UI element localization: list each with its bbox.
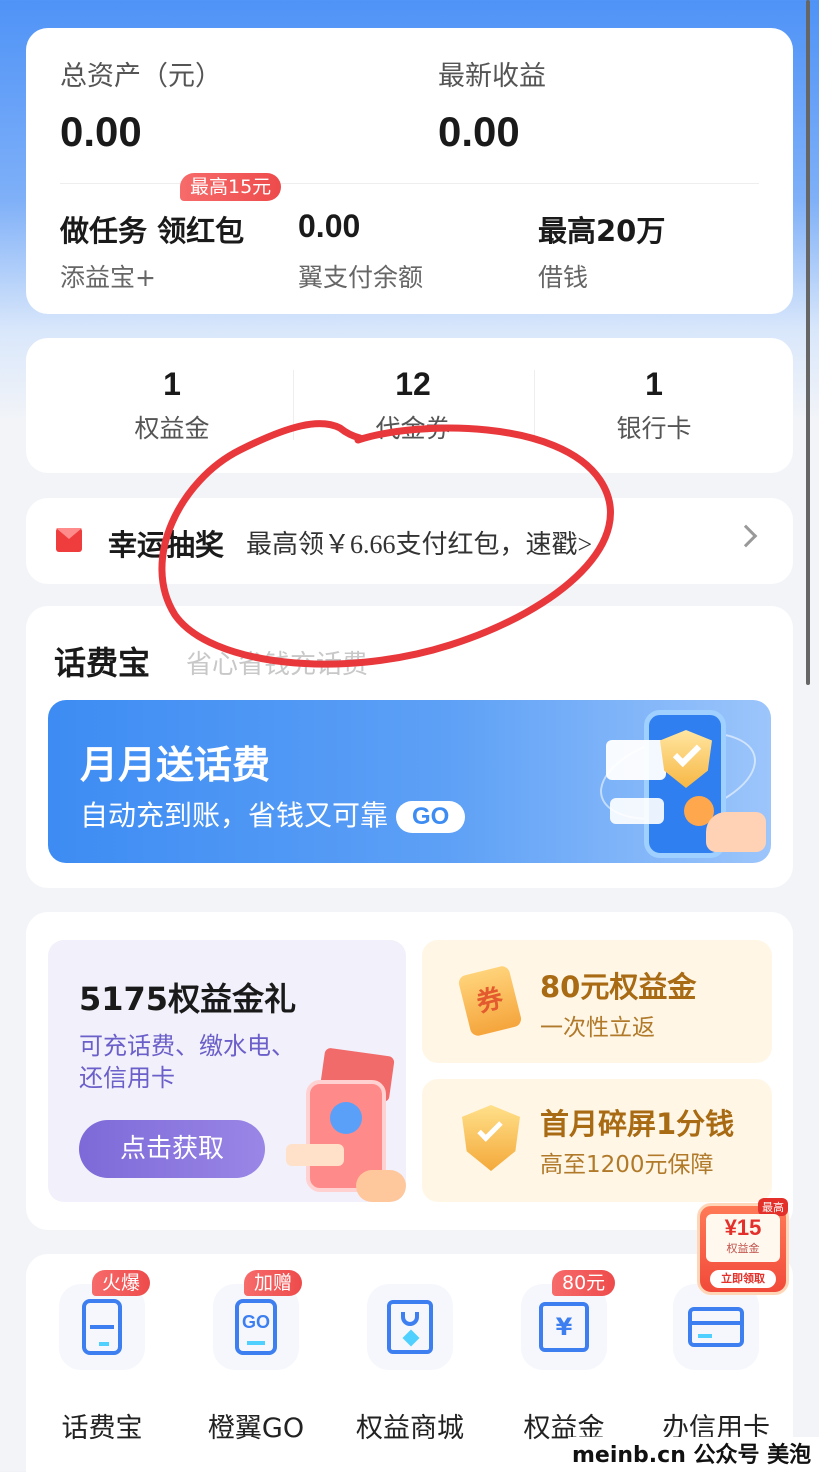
section-title: 话费宝 [54, 644, 151, 682]
phone-icon [59, 1284, 145, 1370]
coupon-amount: ¥15 [724, 1215, 762, 1240]
tianyibao-label[interactable]: 添益宝+ [60, 258, 156, 294]
scrollbar[interactable] [806, 0, 810, 685]
stat-benefit-gold[interactable]: 1 权益金 [52, 366, 292, 445]
loan-label[interactable]: 借钱 [538, 258, 588, 294]
total-assets-value[interactable]: 0.00 [60, 108, 142, 156]
nav-item-credit-card[interactable]: 办信用卡 [646, 1284, 786, 1445]
task-reward-title[interactable]: 做任务 领红包 [60, 208, 244, 250]
nav-item-phone-bill[interactable]: 火爆 话费宝 [32, 1270, 172, 1445]
stat-value: 1 [645, 366, 663, 402]
go-icon: GO [213, 1284, 299, 1370]
coupon-icon-text: 券 [473, 983, 507, 1019]
latest-income-label: 最新收益 [438, 61, 546, 92]
claim-now-button[interactable]: 立即领取 [710, 1270, 776, 1288]
phone-shield-illustration [588, 700, 771, 863]
stat-vouchers[interactable]: 12 代金券 [293, 366, 533, 445]
screen-protection-panel[interactable]: 首月碎屏1分钱 高至1200元保障 [422, 1079, 772, 1202]
gift-desc-line2: 还信用卡 [79, 1064, 175, 1092]
screen-protection-sub: 高至1200元保障 [540, 1152, 714, 1178]
asset-summary-card: 总资产（元） 0.00 最新收益 0.00 最高15元 做任务 领红包 添益宝+… [26, 28, 793, 314]
stat-bank-cards[interactable]: 1 银行卡 [534, 366, 774, 445]
chevron-right-icon [734, 524, 758, 548]
yuan-gift-icon: ¥ [521, 1284, 607, 1370]
phone-bill-section: 话费宝 省心省钱充话费 月月送话费 自动充到账，省钱又可靠 GO [26, 606, 793, 888]
nav-label: 话费宝 [61, 1413, 143, 1444]
screen-protection-title: 首月碎屏1分钱 [540, 1107, 735, 1141]
total-assets-label: 总资产（元） [60, 61, 222, 92]
phone-gift-illustration [286, 1047, 406, 1202]
nav-label: 权益商城 [356, 1413, 464, 1444]
nav-label: 橙翼GO [207, 1413, 305, 1444]
section-subtitle: 省心省钱充话费 [186, 650, 369, 680]
lucky-draw-title: 幸运抽奖 [108, 528, 225, 562]
monthly-bill-banner[interactable]: 月月送话费 自动充到账，省钱又可靠 GO [48, 700, 771, 863]
nav-item-orange-go[interactable]: 加赠 GO 橙翼GO [186, 1270, 326, 1445]
watermark: meinb.cn 公众号 美泡君 [568, 1437, 819, 1472]
gift-title: 5175权益金礼 [79, 980, 297, 1018]
stat-label: 银行卡 [616, 414, 692, 443]
coupon-ticket-icon: 券 [457, 964, 523, 1038]
hot-badge: 火爆 [92, 1270, 151, 1296]
nav-item-benefit-mall[interactable]: 权益商城 [340, 1284, 480, 1445]
banner-subtitle: 自动充到账，省钱又可靠 [80, 799, 389, 832]
divider [60, 183, 759, 184]
stat-value: 12 [395, 366, 431, 402]
red-envelope-icon [56, 528, 82, 552]
shopping-bag-icon [367, 1284, 453, 1370]
amount-badge: 80元 [552, 1270, 616, 1296]
cash-reward-title: 80元权益金 [540, 964, 696, 1006]
cash-reward-panel[interactable]: 券 80元权益金 一次性立返 [422, 940, 772, 1063]
lucky-draw-desc: 最高领￥6.66支付红包，速戳> [246, 530, 593, 559]
gift-desc-line1: 可充话费、缴水电、 [79, 1032, 295, 1060]
benefits-section: 5175权益金礼 可充话费、缴水电、 还信用卡 点击获取 券 80元权益金 一次… [26, 912, 793, 1230]
cash-reward-sub: 一次性立返 [540, 1015, 655, 1041]
wallet-balance-value[interactable]: 0.00 [298, 208, 360, 245]
lucky-draw-banner[interactable]: 幸运抽奖 最高领￥6.66支付红包，速戳> [26, 498, 793, 584]
banner-title: 月月送话费 [80, 743, 271, 787]
stats-card: 1 权益金 12 代金券 1 银行卡 [26, 338, 793, 473]
floating-coupon-widget[interactable]: 最高 ¥15 权益金 立即领取 [697, 1198, 789, 1295]
claim-gift-button[interactable]: 点击获取 [79, 1120, 265, 1178]
cash-reward-title-text: 80元权益金 [540, 970, 697, 1004]
stat-label: 权益金 [134, 414, 210, 443]
go-button[interactable]: GO [396, 801, 466, 833]
bonus-badge: 加赠 [244, 1270, 303, 1296]
stat-value: 1 [163, 366, 181, 402]
task-reward-badge: 最高15元 [180, 173, 282, 201]
coupon-sub: 权益金 [726, 1242, 760, 1255]
nav-item-benefit-gold[interactable]: 80元 ¥ 权益金 [494, 1270, 634, 1445]
banner-subtitle-row: 自动充到账，省钱又可靠 GO [80, 794, 466, 834]
wallet-balance-label[interactable]: 翼支付余额 [298, 258, 423, 294]
loan-limit-title[interactable]: 最高20万 [538, 208, 665, 250]
gift-panel[interactable]: 5175权益金礼 可充话费、缴水电、 还信用卡 点击获取 [48, 940, 406, 1202]
credit-card-icon [673, 1284, 759, 1370]
latest-income-value[interactable]: 0.00 [438, 108, 520, 156]
gold-shield-icon [462, 1105, 520, 1171]
coupon-face: ¥15 权益金 [706, 1214, 780, 1262]
stat-label: 代金券 [375, 414, 451, 443]
